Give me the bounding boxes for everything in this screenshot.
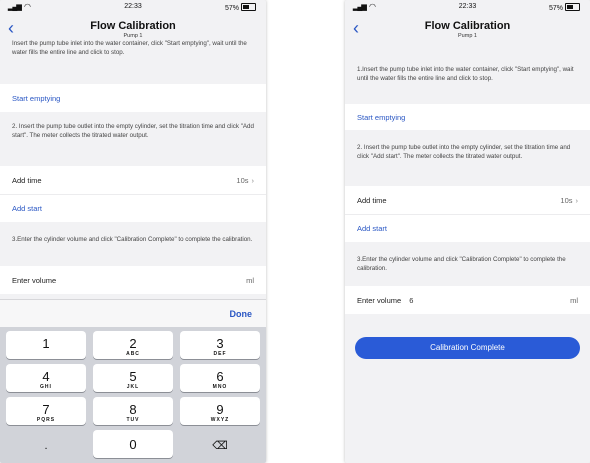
add-time-value: 10s: [236, 175, 249, 185]
key-6[interactable]: 6 MNO: [180, 364, 260, 392]
key-9[interactable]: 9 WXYZ: [180, 397, 260, 425]
key-1[interactable]: 1: [6, 331, 86, 359]
key-3[interactable]: 3 DEF: [180, 331, 260, 359]
key-8[interactable]: 8 TUV: [93, 397, 173, 425]
add-time-row[interactable]: Add time 10s ›: [0, 166, 266, 194]
add-start-button[interactable]: Add start: [0, 194, 266, 222]
numeric-keypad: 1 2 ABC 3 DEF 4 GHI 5 JKL 6 MNO 7 PQRS 8 TUV 9W…: [0, 327, 266, 463]
add-time-value: 10s: [560, 195, 573, 205]
battery-indicator: 57%: [549, 3, 580, 12]
battery-percent: 57%: [224, 5, 239, 12]
chevron-right-icon: ›: [251, 175, 255, 185]
battery-indicator: 57%: [225, 3, 256, 12]
volume-label: Enter volume: [12, 275, 57, 285]
add-time-row[interactable]: Add time 10s ›: [345, 186, 590, 214]
add-time-label: Add time: [357, 195, 387, 205]
volume-input-row[interactable]: Enter volume ml: [0, 266, 266, 294]
step3-instructions: 3.Enter the cylinder volume and click "C…: [12, 236, 253, 243]
key-2[interactable]: 2 ABC: [93, 331, 173, 359]
key-0[interactable]: 0: [93, 430, 173, 458]
battery-icon: [565, 3, 580, 11]
page-subtitle: Pump 1: [123, 33, 143, 39]
add-start-label: Add start: [12, 204, 43, 213]
phone-screen-right: ▂▄▆ ◠ 22:33 57% ‹ Flow Calibration Pump …: [345, 0, 590, 463]
key-decimal[interactable]: .: [6, 430, 86, 458]
volume-unit: ml: [570, 295, 578, 305]
chevron-right-icon: ›: [575, 195, 579, 205]
page-title: Flow Calibration: [90, 20, 176, 32]
start-emptying-button[interactable]: Start emptying: [0, 84, 266, 112]
key-4[interactable]: 4 GHI: [6, 364, 86, 392]
step2-instructions: 2. Insert the pump tube outlet into the …: [357, 144, 571, 160]
step1-instructions: Insert the pump tube inlet into the wate…: [12, 40, 247, 56]
calibration-complete-label: Calibration Complete: [430, 343, 505, 352]
page-subtitle: Pump 1: [458, 33, 477, 39]
add-time-label: Add time: [12, 175, 42, 185]
backspace-key[interactable]: ⌫: [180, 430, 260, 458]
nav-bar: ‹ Flow Calibration Pump 1: [345, 14, 590, 44]
key-7[interactable]: 7 PQRS: [6, 397, 86, 425]
phone-screen-left: ▂▄▆ ◠ 22:33 57% ‹ Flow Calibration Pump …: [0, 0, 266, 463]
volume-unit: ml: [246, 275, 254, 285]
key-5[interactable]: 5 JKL: [93, 364, 173, 392]
calibration-complete-button[interactable]: Calibration Complete: [355, 337, 580, 359]
battery-percent: 57%: [548, 5, 563, 12]
backspace-icon[interactable]: ⌫: [180, 430, 260, 453]
start-emptying-label: Start emptying: [12, 93, 61, 103]
battery-icon: [241, 3, 256, 11]
step1-instructions: 1.Insert the pump tube inlet into the wa…: [357, 66, 574, 82]
volume-label: Enter volume: [357, 295, 402, 305]
volume-input-row[interactable]: Enter volume 6 ml: [345, 286, 590, 314]
keyboard-accessory-bar: Done: [0, 299, 266, 328]
add-start-button[interactable]: Add start: [345, 214, 590, 242]
page-title: Flow Calibration: [424, 20, 511, 32]
step3-instructions: 3.Enter the cylinder volume and click "C…: [357, 256, 566, 272]
step2-instructions: 2. Insert the pump tube outlet into the …: [12, 123, 254, 139]
start-emptying-label: Start emptying: [357, 112, 406, 122]
volume-input[interactable]: 6: [409, 296, 413, 305]
start-emptying-button[interactable]: Start emptying: [345, 104, 590, 130]
add-start-label: Add start: [357, 224, 388, 233]
done-button[interactable]: Done: [230, 309, 253, 319]
